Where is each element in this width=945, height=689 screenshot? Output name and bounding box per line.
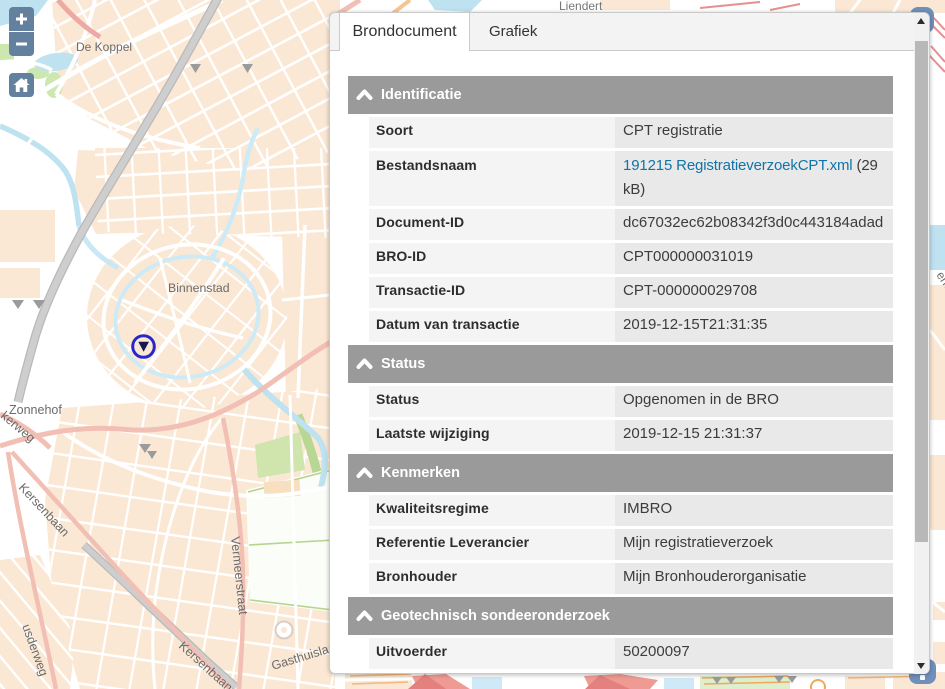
svg-text:Binnenstad: Binnenstad (168, 281, 230, 295)
svg-text:Zonnehof: Zonnehof (9, 403, 62, 417)
svg-text:De Koppel: De Koppel (76, 40, 132, 54)
